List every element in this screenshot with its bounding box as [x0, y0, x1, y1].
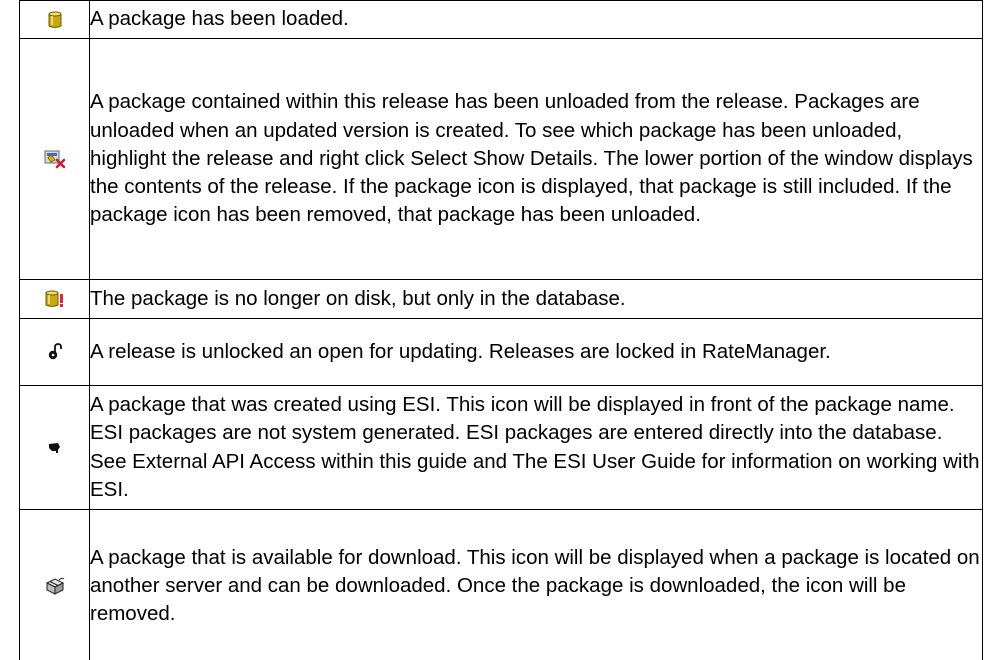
package-download-icon: [45, 577, 65, 595]
description-text: A release is unlocked an open for updati…: [89, 318, 983, 386]
table-row: A release is unlocked an open for updati…: [19, 318, 983, 386]
description-text: The package is no longer on disk, but on…: [89, 279, 983, 319]
package-loaded-icon: [48, 11, 62, 29]
icon-cell: [19, 509, 90, 660]
icon-cell: [19, 38, 90, 280]
table-row: A package that was created using ESI. Th…: [19, 385, 983, 510]
table-row: A package that is available for download…: [19, 509, 983, 660]
table-row: A package contained within this release …: [19, 38, 983, 280]
unlocked-padlock-icon: [48, 343, 62, 361]
description-text: A package contained within this release …: [89, 38, 983, 280]
description-text: A package has been loaded.: [89, 0, 983, 39]
page: A package has been loaded. A package con…: [0, 0, 1003, 660]
esi-package-icon: [48, 442, 62, 454]
icon-cell: [19, 0, 90, 39]
icon-cell: [19, 279, 90, 319]
table-row: A package has been loaded.: [19, 0, 983, 39]
package-database-only-icon: [45, 290, 65, 308]
icon-legend-table: A package has been loaded. A package con…: [19, 0, 983, 660]
description-text: A package that was created using ESI. Th…: [89, 385, 983, 510]
table-row: The package is no longer on disk, but on…: [19, 279, 983, 319]
package-unloaded-icon: [44, 149, 66, 169]
icon-cell: [19, 385, 90, 510]
icon-cell: [19, 318, 90, 386]
description-text: A package that is available for download…: [89, 509, 983, 660]
